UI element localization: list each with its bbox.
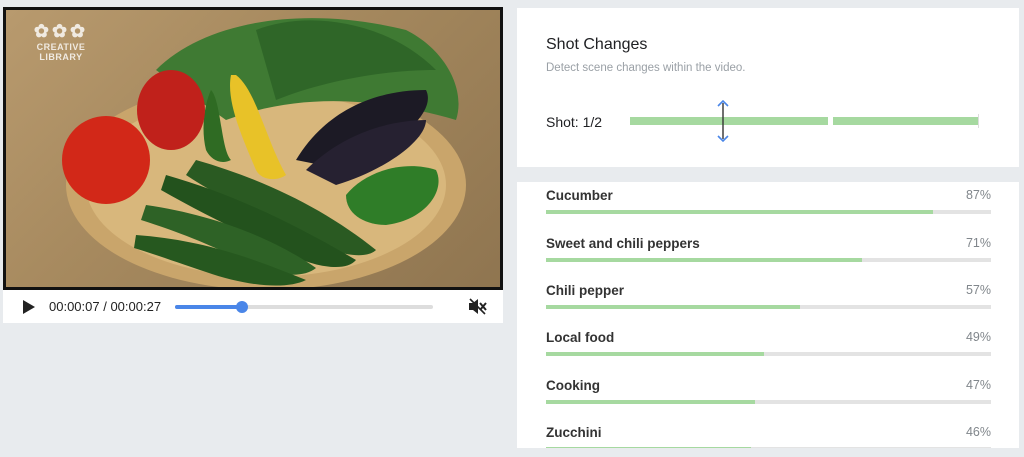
shot-position-marker-icon[interactable] [712,100,734,142]
seek-bar[interactable] [175,300,434,313]
confidence-bar [546,447,991,448]
list-item[interactable]: Chili pepper 57% [546,279,991,319]
watermark-logo: ✿✿✿ CREATIVE LIBRARY [28,20,94,62]
list-item[interactable]: Local food 49% [546,326,991,366]
confidence-bar-fill [546,352,765,356]
list-item[interactable]: Cucumber 87% [546,184,991,224]
confidence-bar-fill [546,400,756,404]
shot-changes-card: Shot Changes Detect scene changes within… [517,8,1019,167]
label-confidence: 49% [965,330,991,344]
list-item[interactable]: Cooking 47% [546,374,991,414]
logo-mark-icon: ✿✿✿ [33,21,89,41]
seek-bar-fill [175,304,243,309]
label-name: Local food [546,330,615,345]
confidence-bar [546,305,991,309]
list-item[interactable]: Sweet and chili peppers 71% [546,232,991,272]
video-controls: 00:00:07 / 00:00:27 [3,290,503,323]
time-display: 00:00:07 / 00:00:27 [49,299,162,314]
confidence-bar [546,210,991,214]
shot-changes-title: Shot Changes [546,36,648,53]
confidence-bar-fill [546,447,751,448]
label-name: Sweet and chili peppers [546,236,700,251]
shot-changes-subtitle: Detect scene changes within the video. [546,62,746,74]
shot-counter: Shot: 1/2 [546,114,603,130]
confidence-bar [546,400,991,404]
seek-handle[interactable] [236,300,249,313]
video-frame-image: ✿✿✿ CREATIVE LIBRARY [6,10,500,287]
label-confidence: 71% [965,236,991,250]
list-item[interactable]: Zucchini 46% [546,421,991,448]
confidence-bar-fill [546,210,934,214]
label-confidence: 87% [965,188,991,202]
shot-timeline[interactable] [630,117,978,125]
label-confidence: 46% [965,425,991,439]
labels-list: Cucumber 87% Sweet and chili peppers 71%… [517,182,1019,448]
timeline-end-marker [978,114,979,128]
confidence-bar [546,258,991,262]
shot-segment-2[interactable] [833,117,978,125]
play-icon[interactable] [23,299,35,314]
label-name: Zucchini [546,425,602,440]
label-confidence: 57% [965,283,991,297]
confidence-bar-fill [546,258,862,262]
label-name: Chili pepper [546,283,625,298]
label-name: Cooking [546,378,600,393]
label-name: Cucumber [546,188,613,203]
confidence-bar [546,352,991,356]
video-player[interactable]: ✿✿✿ CREATIVE LIBRARY [3,7,503,290]
confidence-bar-fill [546,305,800,309]
label-confidence: 47% [965,378,991,392]
volume-muted-icon[interactable] [469,298,487,315]
